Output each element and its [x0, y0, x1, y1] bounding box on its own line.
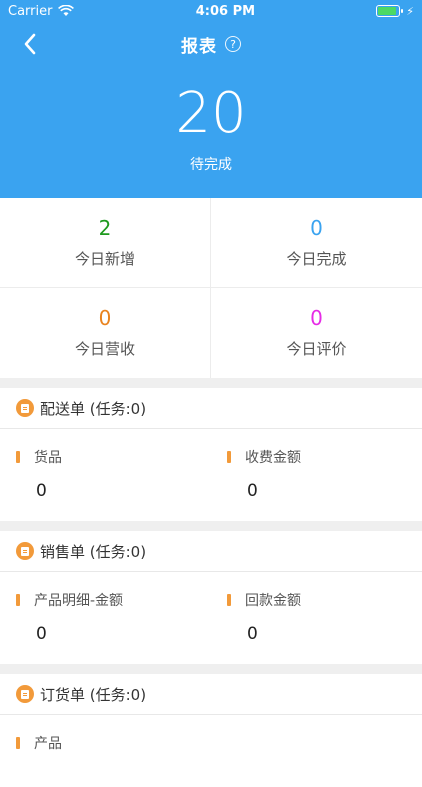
section-title: 配送单 (任务:0)	[40, 399, 147, 418]
metric-value: 0	[247, 481, 258, 501]
stat-label: 今日评价	[286, 340, 347, 358]
section-title: 销售单 (任务:0)	[40, 542, 147, 561]
stat-cell-new[interactable]: 2 今日新增	[0, 198, 211, 288]
section-order: 订货单 (任务:0) 产品	[0, 674, 422, 787]
page-title: 报表	[181, 36, 217, 57]
metric-label: 回款金额	[245, 593, 301, 609]
metric-value: 0	[247, 624, 258, 644]
metric-label: 收费金额	[245, 450, 301, 466]
section-divider	[0, 664, 422, 674]
metric-item: 产品明细-金额 0	[0, 590, 211, 644]
stat-cell-completed[interactable]: 0 今日完成	[211, 198, 422, 288]
wifi-icon	[58, 5, 75, 17]
stat-label: 今日完成	[286, 250, 347, 268]
section-divider	[0, 378, 422, 388]
back-button[interactable]	[16, 30, 44, 58]
bullet-mark	[16, 594, 20, 606]
bullet-mark	[16, 451, 20, 463]
section-header[interactable]: 配送单 (任务:0)	[0, 388, 422, 429]
metric-label: 产品	[34, 736, 62, 752]
status-bar: Carrier 4:06 PM ⚡	[0, 0, 422, 22]
stat-label: 今日新增	[74, 250, 135, 268]
battery-icon	[376, 5, 404, 17]
stat-label: 今日营收	[74, 340, 135, 358]
stat-value: 0	[310, 216, 323, 240]
charging-icon: ⚡	[406, 4, 414, 18]
stat-value: 0	[310, 306, 323, 330]
pending-label: 待完成	[190, 157, 232, 173]
clock: 4:06 PM	[195, 3, 256, 19]
metric-value: 0	[36, 481, 47, 501]
stat-cell-reviews[interactable]: 0 今日评价	[211, 288, 422, 378]
stat-value: 2	[98, 216, 112, 240]
chevron-left-icon	[24, 33, 36, 55]
section-title: 订货单 (任务:0)	[40, 685, 147, 704]
nav-bar: 报表 ?	[0, 22, 422, 66]
metric-item: 产品	[0, 733, 211, 767]
pending-count: 20	[175, 81, 247, 146]
section-divider	[0, 521, 422, 531]
metric-label: 货品	[34, 450, 62, 466]
document-icon	[16, 685, 34, 703]
section-header[interactable]: 销售单 (任务:0)	[0, 531, 422, 572]
metric-item: 货品 0	[0, 447, 211, 501]
section-delivery: 配送单 (任务:0) 货品 0 收费金额 0	[0, 388, 422, 521]
stat-cell-revenue[interactable]: 0 今日营收	[0, 288, 211, 378]
report-header: Carrier 4:06 PM ⚡ 报表 ? 20 待完成	[0, 0, 422, 198]
help-icon[interactable]: ?	[225, 36, 241, 52]
section-header[interactable]: 订货单 (任务:0)	[0, 674, 422, 715]
metric-item: 回款金额 0	[211, 590, 422, 644]
metric-item: 收费金额 0	[211, 447, 422, 501]
metric-value: 0	[36, 624, 47, 644]
bullet-mark	[227, 451, 231, 463]
section-sales: 销售单 (任务:0) 产品明细-金额 0 回款金额 0	[0, 531, 422, 664]
bullet-mark	[227, 594, 231, 606]
metric-label: 产品明细-金额	[34, 593, 124, 609]
today-stats-grid: 2 今日新增 0 今日完成 0 今日营收 0 今日评价	[0, 198, 422, 378]
document-icon	[16, 542, 34, 560]
bullet-mark	[16, 737, 20, 749]
document-icon	[16, 399, 34, 417]
carrier-label: Carrier	[8, 3, 53, 19]
stat-value: 0	[98, 306, 112, 330]
